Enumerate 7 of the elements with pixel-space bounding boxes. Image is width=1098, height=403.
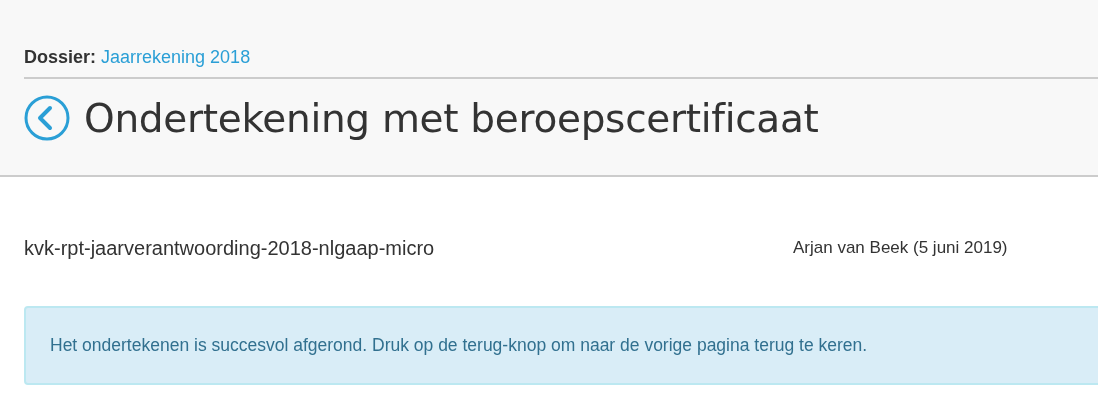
dossier-link[interactable]: Jaarrekening 2018 <box>101 47 251 68</box>
page-title: Ondertekening met beroepscertificaat <box>84 95 819 141</box>
dossier-label: Dossier: <box>24 47 97 68</box>
back-icon[interactable] <box>24 95 70 141</box>
info-alert: Het ondertekenen is succesvol afgerond. Druk op de terug-knop om naar de vorige pagina terug te keren. <box>24 306 1098 385</box>
document-name: kvk-rpt-jaarverantwoording-2018-nlgaap-micro <box>24 236 436 260</box>
signed-by: Arjan van Beek (5 juni 2019) <box>793 238 1008 258</box>
